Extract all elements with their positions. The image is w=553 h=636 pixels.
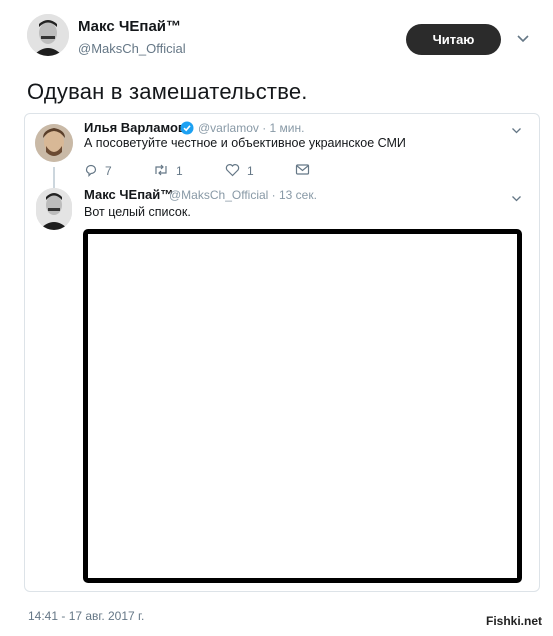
retweet-action[interactable]: 1 xyxy=(153,164,183,178)
heart-icon xyxy=(225,163,240,180)
tweet-text: Одуван в замешательстве. xyxy=(27,79,308,104)
author-name[interactable]: Макс ЧЕпай™ xyxy=(78,18,181,35)
thread-connector xyxy=(53,167,55,188)
chevron-down-icon[interactable] xyxy=(511,191,522,202)
reply-author-handle-time[interactable]: @MaksCh_Official · 13 сек. xyxy=(169,188,317,202)
like-action[interactable]: 1 xyxy=(225,163,254,180)
chevron-down-icon[interactable] xyxy=(515,30,531,46)
attached-image[interactable] xyxy=(83,229,522,583)
quoted-author-handle-time[interactable]: @varlamov · 1 мин. xyxy=(198,121,304,135)
verified-badge-icon xyxy=(180,121,194,135)
reply-tweet-text: Вот целый список. xyxy=(84,205,191,219)
quoted-tweet-text: А посоветуйте честное и объективное укра… xyxy=(84,136,406,150)
reply-author-avatar[interactable] xyxy=(36,188,72,230)
reply-author-name[interactable]: Макс ЧЕпай™ xyxy=(84,187,173,202)
reply-count: 7 xyxy=(105,164,112,178)
watermark: Fishki.net xyxy=(486,614,543,628)
retweet-icon xyxy=(153,163,169,180)
quoted-author-name[interactable]: Илья Варламов xyxy=(84,120,186,135)
reply-action[interactable]: 7 xyxy=(84,164,112,178)
retweet-count: 1 xyxy=(176,164,183,178)
quoted-author-avatar[interactable] xyxy=(35,124,73,162)
like-count: 1 xyxy=(247,164,254,178)
direct-message-action[interactable] xyxy=(295,164,310,178)
envelope-icon xyxy=(295,163,310,179)
author-handle[interactable]: @MaksCh_Official xyxy=(78,41,186,56)
reply-icon xyxy=(84,163,98,180)
tweet-timestamp[interactable]: 14:41 - 17 авг. 2017 г. xyxy=(28,609,144,623)
chevron-down-icon[interactable] xyxy=(511,123,522,134)
author-avatar[interactable] xyxy=(27,14,69,56)
following-button[interactable]: Читаю xyxy=(406,24,501,55)
